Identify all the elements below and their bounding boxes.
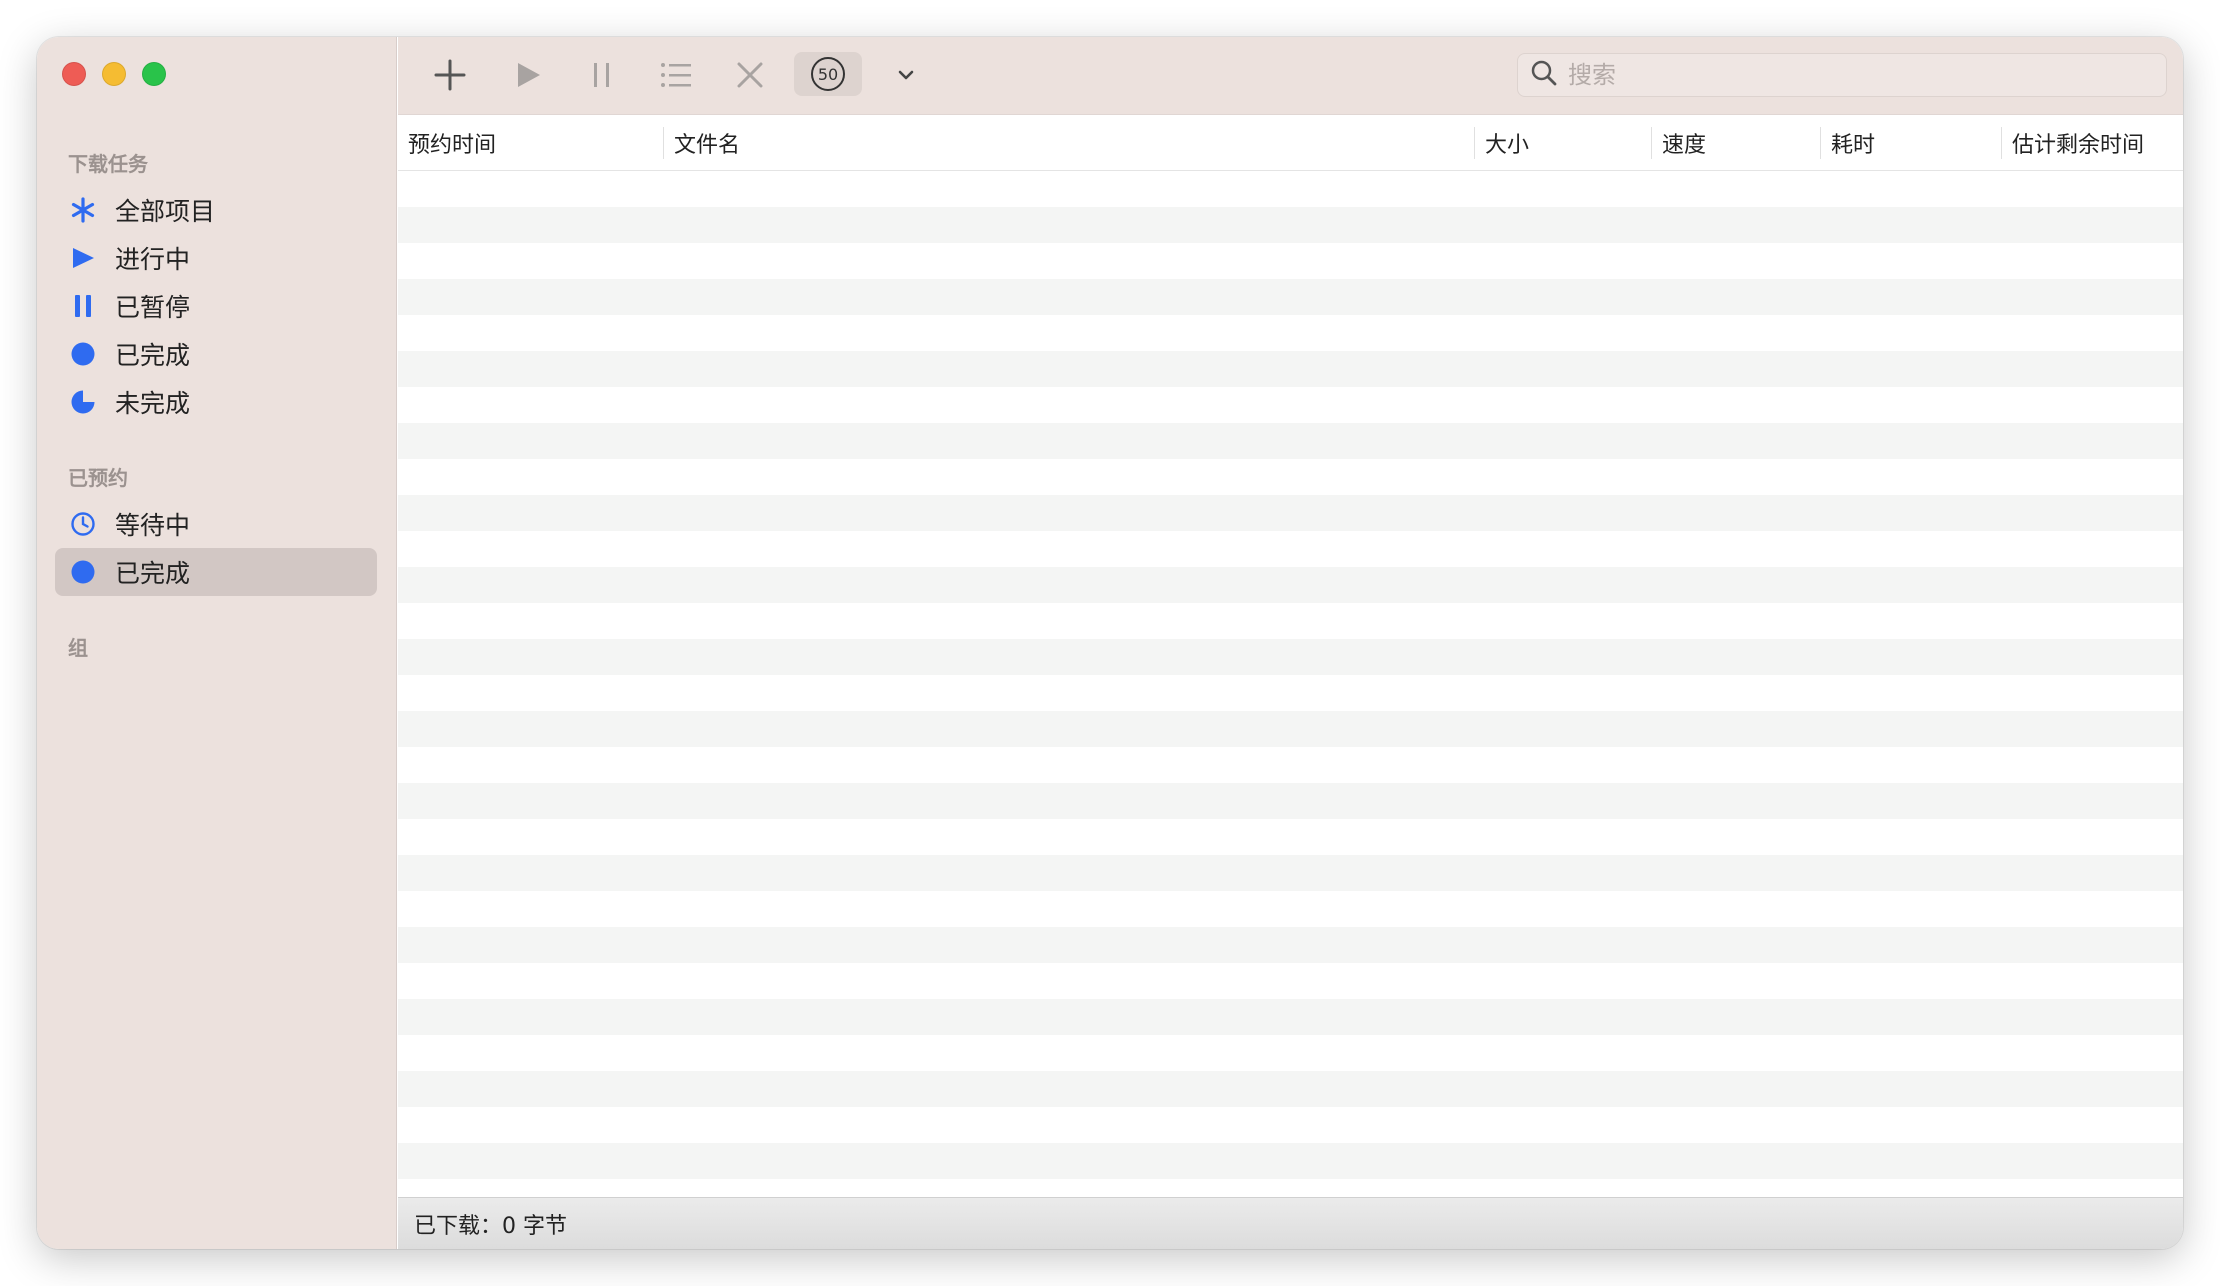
chevron-down-icon: [897, 66, 915, 88]
empty-table-row: [398, 279, 2183, 315]
empty-table-row: [398, 711, 2183, 747]
list-button[interactable]: [654, 55, 698, 99]
toolbar: 50: [398, 37, 2183, 115]
sidebar-item-waiting[interactable]: 等待中: [55, 500, 377, 548]
filled-circle-icon: [69, 340, 97, 368]
plus-icon: [433, 58, 467, 96]
speed-limit-button[interactable]: 50: [794, 52, 862, 96]
empty-table-row: [398, 423, 2183, 459]
speed-limit-value: 50: [811, 57, 845, 91]
close-icon: [735, 60, 765, 94]
column-header-speed[interactable]: 速度: [1652, 115, 1820, 171]
moon-icon: [69, 388, 97, 416]
empty-table-row: [398, 531, 2183, 567]
empty-table-row: [398, 819, 2183, 855]
empty-table-row: [398, 891, 2183, 927]
empty-table-row: [398, 459, 2183, 495]
search-input[interactable]: [1568, 61, 2128, 89]
empty-table-row: [398, 855, 2183, 891]
play-icon: [69, 244, 97, 272]
pause-icon: [587, 60, 617, 94]
sidebar-item-label: 已完成: [115, 341, 191, 370]
empty-table-row: [398, 351, 2183, 387]
sidebar-item-label: 已完成: [115, 559, 191, 588]
column-header-scheduled-time[interactable]: 预约时间: [398, 115, 663, 171]
empty-table-row: [398, 387, 2183, 423]
downloaded-total: 已下载：0 字节: [414, 1213, 567, 1239]
window-controls: [62, 62, 166, 86]
sidebar-item-label: 已暂停: [115, 293, 191, 322]
speed-limit-dropdown[interactable]: [884, 55, 928, 99]
sidebar-item-scheduled-completed[interactable]: 已完成: [55, 548, 377, 596]
empty-table-row: [398, 783, 2183, 819]
remove-button[interactable]: [728, 55, 772, 99]
table-body: [398, 171, 2183, 1197]
column-header-file-name[interactable]: 文件名: [664, 115, 1474, 171]
search-field[interactable]: [1517, 53, 2167, 97]
sidebar-item-label: 等待中: [115, 511, 191, 540]
list-icon: [660, 60, 692, 94]
play-icon: [513, 60, 543, 94]
sidebar-item-paused[interactable]: 已暂停: [55, 282, 377, 330]
app-window: 下载任务 全部项目 进行中 已暂停 已完成 未完成 已预约 等待中 已完成 组 …: [37, 37, 2183, 1249]
sidebar-item-in-progress[interactable]: 进行中: [55, 234, 377, 282]
empty-table-row: [398, 1143, 2183, 1179]
empty-table-row: [398, 495, 2183, 531]
filled-circle-icon: [69, 558, 97, 586]
sidebar-item-incomplete[interactable]: 未完成: [55, 378, 377, 426]
empty-table-row: [398, 639, 2183, 675]
section-title-groups: 组: [68, 636, 88, 660]
resume-button[interactable]: [506, 55, 550, 99]
empty-table-row: [398, 603, 2183, 639]
close-window-button[interactable]: [62, 62, 86, 86]
table-header: 预约时间 文件名 大小 速度 耗时 估计剩余时间: [398, 115, 2183, 171]
empty-table-row: [398, 207, 2183, 243]
sidebar: 下载任务 全部项目 进行中 已暂停 已完成 未完成 已预约 等待中 已完成 组: [37, 37, 397, 1249]
sidebar-item-label: 全部项目: [115, 197, 216, 226]
empty-table-row: [398, 243, 2183, 279]
add-download-button[interactable]: [428, 55, 472, 99]
empty-table-row: [398, 999, 2183, 1035]
section-title-downloads: 下载任务: [68, 152, 148, 176]
empty-table-row: [398, 315, 2183, 351]
empty-table-row: [398, 963, 2183, 999]
empty-table-row: [398, 1179, 2183, 1197]
empty-table-row: [398, 1071, 2183, 1107]
pause-button[interactable]: [580, 55, 624, 99]
empty-table-row: [398, 1107, 2183, 1143]
clock-icon: [69, 510, 97, 538]
zoom-window-button[interactable]: [142, 62, 166, 86]
sidebar-item-all[interactable]: 全部项目: [55, 186, 377, 234]
empty-table-row: [398, 675, 2183, 711]
sidebar-item-label: 进行中: [115, 245, 191, 274]
empty-table-row: [398, 1035, 2183, 1071]
minimize-window-button[interactable]: [102, 62, 126, 86]
column-header-elapsed[interactable]: 耗时: [1821, 115, 2001, 171]
sidebar-item-completed[interactable]: 已完成: [55, 330, 377, 378]
asterisk-icon: [69, 196, 97, 224]
column-header-remaining-time[interactable]: 估计剩余时间: [2002, 115, 2182, 171]
search-icon: [1530, 59, 1558, 91]
column-header-size[interactable]: 大小: [1475, 115, 1651, 171]
status-bar: 已下载：0 字节: [398, 1197, 2183, 1249]
empty-table-row: [398, 927, 2183, 963]
empty-table-row: [398, 747, 2183, 783]
sidebar-item-label: 未完成: [115, 389, 191, 418]
download-table: 预约时间 文件名 大小 速度 耗时 估计剩余时间: [398, 115, 2183, 1197]
empty-table-row: [398, 567, 2183, 603]
empty-table-row: [398, 171, 2183, 207]
section-title-scheduled: 已预约: [68, 466, 128, 490]
pause-icon: [69, 292, 97, 320]
